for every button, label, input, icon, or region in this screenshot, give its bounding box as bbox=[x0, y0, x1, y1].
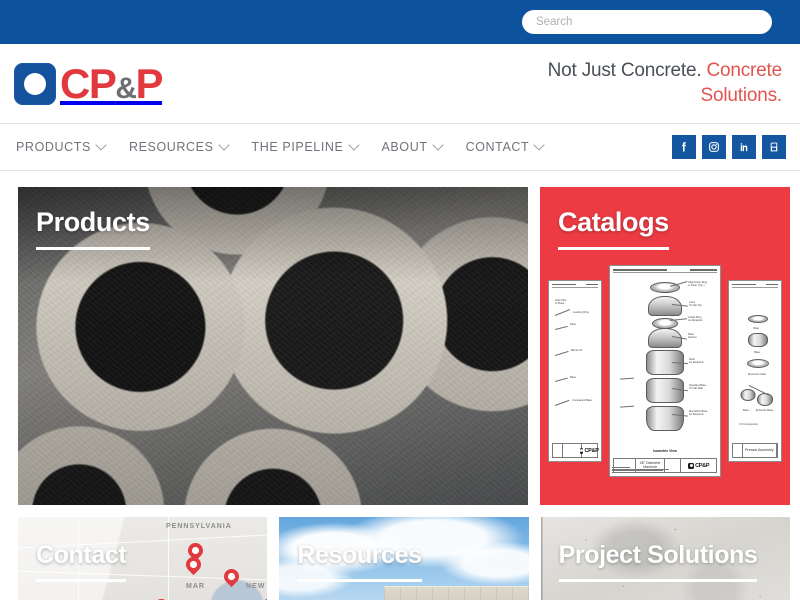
tile-title-catalogs: Catalogs bbox=[558, 207, 669, 250]
tile-catalogs[interactable]: Catalogs Inlet Filter In Place Leveling R… bbox=[540, 187, 790, 505]
cpp-ring-logo-icon bbox=[688, 462, 695, 469]
title-underline bbox=[558, 247, 669, 250]
chevron-down-icon bbox=[350, 141, 359, 150]
chevron-down-icon bbox=[535, 141, 544, 150]
sheet-title-block: CP&P bbox=[552, 443, 599, 459]
sheet-right-caption: Precast Assembly bbox=[743, 444, 777, 458]
tile-title-text: Resources bbox=[297, 541, 422, 569]
nav-item-resources[interactable]: RESOURCES bbox=[129, 140, 229, 154]
sheet-title-block: Precast Assembly bbox=[732, 443, 778, 459]
nav-label: THE PIPELINE bbox=[251, 140, 344, 154]
main-navigation: PRODUCTS RESOURCES THE PIPELINE ABOUT CO… bbox=[0, 124, 800, 171]
chevron-down-icon bbox=[97, 141, 106, 150]
nav-item-products[interactable]: PRODUCTS bbox=[16, 140, 106, 154]
nav-label: ABOUT bbox=[381, 140, 428, 154]
sheet-header-bar bbox=[732, 283, 778, 288]
tagline-dark: Not Just Concrete. bbox=[547, 60, 702, 82]
cpp-ring-logo-icon bbox=[14, 62, 56, 105]
sheet-main-caption: Isometric View bbox=[653, 449, 677, 453]
nav-item-about[interactable]: ABOUT bbox=[382, 140, 443, 154]
sheet-main-title: 48" Diameter Manhole bbox=[636, 459, 666, 472]
map-label-maryland: MAR bbox=[186, 583, 205, 590]
linkedin-icon[interactable] bbox=[732, 135, 756, 159]
map-label-new-jersey: NEW bbox=[246, 583, 266, 590]
map-label-pennsylvania: PENNSYLVANIA bbox=[166, 523, 232, 530]
tile-resources[interactable]: Resources bbox=[279, 517, 529, 600]
catalog-preview-strip: Inlet Filter In Place Leveling Ring Riser… bbox=[540, 265, 790, 477]
bottom-tile-row: PENNSYLVANIA MAR NEW Contact Resources P… bbox=[18, 517, 790, 600]
nav-label: PRODUCTS bbox=[16, 140, 91, 154]
tile-title-products: Products bbox=[36, 207, 150, 250]
cpp-ring-logo-icon bbox=[580, 447, 584, 454]
nav-item-list: PRODUCTS RESOURCES THE PIPELINE ABOUT CO… bbox=[16, 140, 544, 154]
tile-title-contact: Contact bbox=[36, 541, 127, 582]
logo-text-p: P bbox=[135, 59, 164, 107]
catalog-sheet-main[interactable]: Adjustment Ring or Riser (Typ.) Cone Or Fl… bbox=[609, 265, 721, 477]
title-underline bbox=[297, 579, 422, 582]
tile-products[interactable]: Products bbox=[18, 187, 528, 505]
facebook-icon[interactable] bbox=[672, 135, 696, 159]
nav-item-contact[interactable]: CONTACT bbox=[466, 140, 545, 154]
title-underline bbox=[558, 579, 758, 582]
nav-item-the-pipeline[interactable]: THE PIPELINE bbox=[252, 140, 359, 154]
youtube-icon[interactable] bbox=[762, 135, 786, 159]
sheet-drawing-area: Adjustment Ring or Riser (Typ.) Cone Or Fl… bbox=[614, 278, 716, 455]
warehouse-building bbox=[384, 586, 529, 600]
sheet-logo-text: CP&P bbox=[695, 462, 710, 469]
logo-wordmark: CP&P bbox=[60, 59, 164, 107]
tile-title-resources: Resources bbox=[297, 541, 422, 582]
chevron-down-icon bbox=[220, 141, 229, 150]
search-input[interactable] bbox=[522, 10, 772, 34]
tile-contact[interactable]: PENNSYLVANIA MAR NEW Contact bbox=[18, 517, 268, 600]
sheet-title-block: 48" Diameter Manhole CP&P bbox=[613, 458, 717, 473]
tile-title-text: Products bbox=[36, 207, 150, 237]
tile-project-solutions[interactable]: Project Solutions bbox=[540, 517, 790, 600]
homepage-tile-grid: Products Catalogs Inlet Filter In Place L… bbox=[0, 171, 800, 600]
title-underline bbox=[36, 247, 150, 250]
sheet-drawing-area: Inlet Filter In Place Leveling Ring Riser… bbox=[553, 293, 597, 440]
tagline-red-1: Concrete bbox=[706, 60, 783, 82]
tile-title-text: Contact bbox=[36, 541, 127, 569]
chevron-down-icon bbox=[434, 141, 443, 150]
catalog-sheet-left[interactable]: Inlet Filter In Place Leveling Ring Riser… bbox=[548, 279, 602, 463]
sheet-drawing-area: Riser Base Eccentric Collar Base Eccentr… bbox=[733, 293, 777, 440]
sheet-logo-text: CP&P bbox=[584, 447, 599, 454]
tagline-red-2: Solutions. bbox=[700, 84, 783, 106]
tile-title-text: Project Solutions bbox=[558, 541, 758, 569]
top-utility-bar bbox=[0, 0, 800, 44]
sheet-header-bar bbox=[613, 268, 717, 273]
tagline: Not Just Concrete. Concrete Solutions. bbox=[547, 59, 783, 108]
search-container bbox=[522, 10, 772, 34]
logo-text-cp: CP bbox=[60, 59, 117, 107]
sheet-header-bar bbox=[552, 283, 598, 288]
nav-label: CONTACT bbox=[465, 140, 530, 154]
logo-text-amp: & bbox=[115, 71, 137, 105]
tile-title-project-solutions: Project Solutions bbox=[558, 541, 758, 582]
nav-label: RESOURCES bbox=[128, 140, 214, 154]
site-logo[interactable]: CP&P bbox=[14, 59, 164, 107]
brand-header: CP&P Not Just Concrete. Concrete Solutio… bbox=[0, 44, 800, 124]
title-underline bbox=[36, 579, 127, 582]
tile-title-text: Catalogs bbox=[558, 207, 669, 237]
social-links bbox=[672, 135, 786, 159]
catalog-sheet-right[interactable]: Riser Base Eccentric Collar Base Eccentr… bbox=[728, 279, 782, 463]
instagram-icon[interactable] bbox=[702, 135, 726, 159]
